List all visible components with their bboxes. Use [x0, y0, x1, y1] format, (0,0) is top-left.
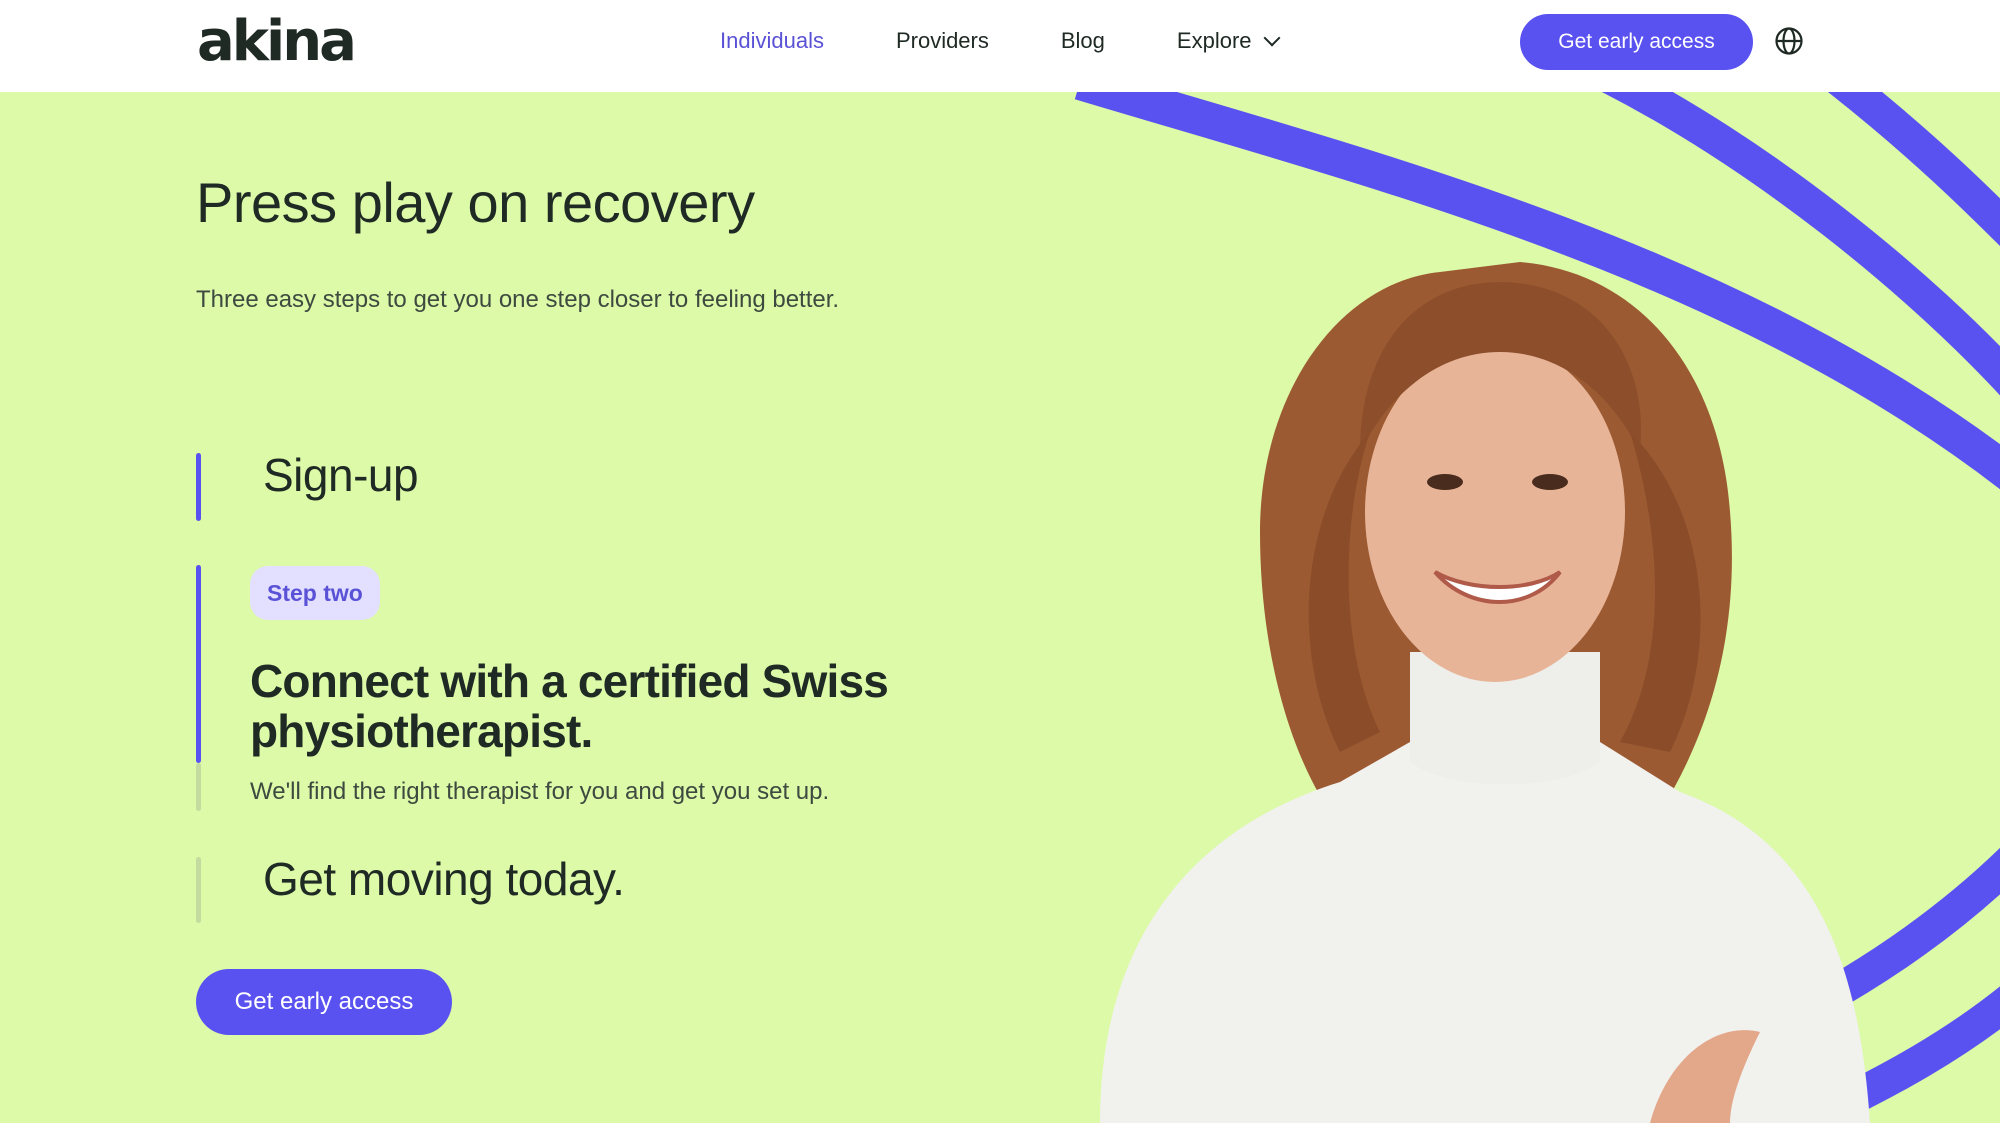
akina-logo[interactable]: akina: [197, 12, 357, 72]
hero-subtitle: Three easy steps to get you one step clo…: [196, 286, 840, 313]
smiling-woman-portrait: [1100, 262, 1870, 1123]
decorative-stripes: [1074, 92, 2000, 1123]
main-nav: Individuals Providers Blog Explore: [720, 0, 1350, 82]
step-two-description: We'll find the right therapist for you a…: [250, 778, 830, 805]
step-three-title[interactable]: Get moving today.: [263, 852, 625, 906]
step-one-title[interactable]: Sign-up: [263, 448, 419, 502]
hero-image: [1040, 92, 2000, 1123]
step-two-indicator-track: [196, 763, 201, 811]
step-three-indicator: [196, 857, 201, 923]
step-two-indicator: [196, 565, 201, 763]
header-get-early-access-button[interactable]: Get early access: [1520, 14, 1753, 70]
step-one-indicator: [196, 453, 201, 521]
chevron-down-icon: [1263, 29, 1281, 47]
nav-explore-label: Explore: [1176, 28, 1252, 53]
step-two-title[interactable]: Connect with a certified Swiss physiothe…: [250, 656, 890, 756]
hero-get-early-access-button[interactable]: Get early access: [196, 969, 452, 1035]
step-two-badge: Step two: [250, 566, 380, 620]
nav-individuals[interactable]: Individuals: [720, 28, 824, 54]
nav-explore[interactable]: Explore: [1176, 28, 1281, 54]
hero-title: Press play on recovery: [196, 171, 755, 234]
nav-providers[interactable]: Providers: [896, 28, 989, 54]
site-header: akina Individuals Providers Blog Explore…: [0, 0, 2000, 92]
nav-blog[interactable]: Blog: [1061, 28, 1105, 54]
globe-icon[interactable]: [1774, 26, 1804, 56]
